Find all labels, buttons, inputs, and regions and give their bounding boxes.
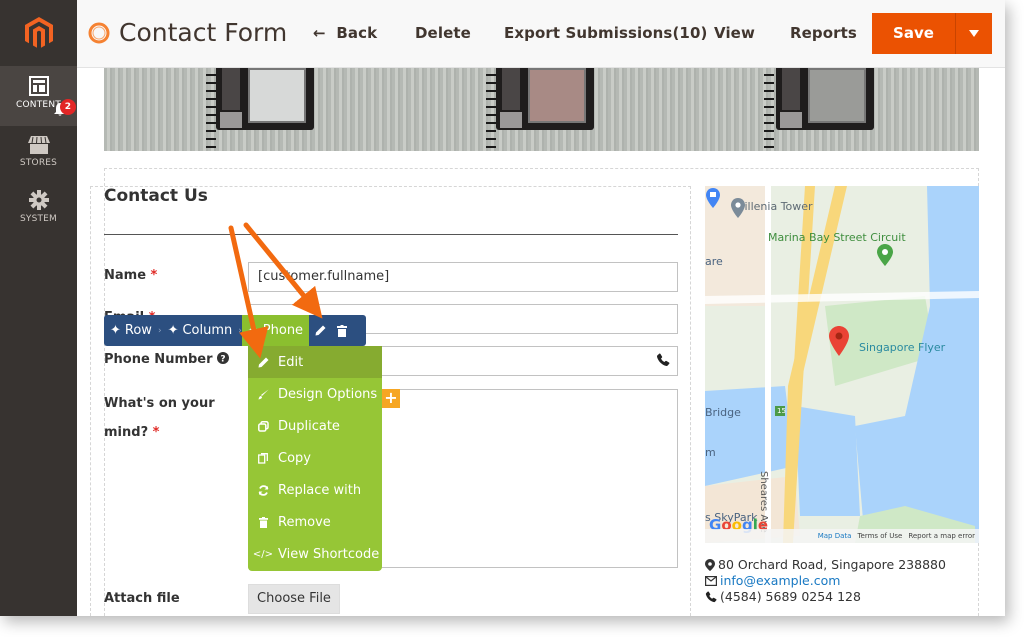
magento-logo[interactable]	[0, 0, 77, 66]
copy-icon	[258, 452, 268, 464]
magento-logo-icon	[24, 17, 53, 48]
delete-button[interactable]: Delete	[415, 24, 471, 42]
save-button[interactable]: Save	[872, 13, 955, 54]
delete-element-button[interactable]	[331, 315, 353, 346]
caret-down-icon	[969, 30, 979, 37]
breadcrumb-column[interactable]: ✦ Column	[162, 315, 239, 346]
map-footer: Map Data Terms of Use Report a map error	[705, 529, 979, 543]
layout-icon	[28, 76, 49, 96]
menu-item-design-options[interactable]: Design Options	[248, 378, 382, 410]
admin-sidebar: CONTENT 2 STORES SYSTEM	[0, 0, 77, 616]
google-map[interactable]: Millenia Tower Marina Bay Street Circuit…	[705, 186, 979, 543]
page-title: Contact Form	[119, 18, 288, 47]
poi-pin-icon	[877, 244, 893, 266]
menu-item-duplicate[interactable]: Duplicate	[248, 410, 382, 442]
save-options-button[interactable]	[955, 13, 992, 54]
sidebar-item-system[interactable]: SYSTEM	[0, 180, 77, 240]
name-input[interactable]: [customer.fullname]	[248, 262, 678, 292]
map-label: Singapore Flyer	[859, 341, 946, 354]
divider	[104, 234, 678, 235]
menu-item-edit[interactable]: Edit	[248, 346, 382, 378]
move-icon: ✦	[110, 323, 121, 338]
attach-label: Attach file	[104, 591, 180, 606]
phone-icon	[705, 590, 717, 602]
report-error-link[interactable]: Report a map error	[908, 532, 975, 540]
sidebar-item-label: STORES	[19, 158, 58, 168]
sidebar-item-content[interactable]: CONTENT 2	[0, 66, 77, 126]
breadcrumb-phone[interactable]: ✦ Phone	[241, 315, 310, 346]
menu-item-remove[interactable]: Remove	[248, 506, 382, 538]
store-icon	[27, 136, 50, 154]
map-label: are	[705, 255, 723, 268]
message-label-line1: What's on your	[104, 396, 215, 411]
terms-link[interactable]: Terms of Use	[857, 532, 902, 540]
poi-pin-icon	[731, 198, 745, 218]
arrow-left-icon: ←	[313, 24, 326, 42]
duplicate-icon	[257, 420, 269, 432]
sidebar-item-stores[interactable]: STORES	[0, 126, 77, 186]
pencil-icon	[315, 325, 326, 336]
brush-icon	[258, 389, 268, 399]
map-label: Bridge	[705, 406, 741, 419]
menu-item-copy[interactable]: Copy	[248, 442, 382, 474]
map-marker-icon[interactable]	[829, 326, 849, 356]
map-marker-icon	[705, 558, 715, 571]
breadcrumb-row[interactable]: ✦ Row	[104, 315, 158, 346]
pencil-icon	[258, 357, 268, 367]
export-submissions-button[interactable]: Export Submissions(10)	[504, 24, 707, 42]
phone-line: (4584) 5689 0254 128	[705, 589, 861, 604]
phone-cord	[764, 68, 774, 151]
element-context-menu: Edit Design Options Duplicate Copy Repla…	[248, 346, 382, 571]
map-data-link[interactable]: Map Data	[818, 532, 852, 540]
phone-cord	[206, 68, 216, 151]
move-icon: ✦	[167, 323, 179, 338]
payphone-image	[496, 68, 594, 130]
address-line: 80 Orchard Road, Singapore 238880	[705, 557, 946, 572]
menu-item-replace-with[interactable]: Replace with	[248, 474, 382, 506]
envelope-icon	[705, 575, 717, 586]
code-icon: </>	[252, 548, 274, 560]
form-loading-icon	[88, 22, 110, 43]
sidebar-item-label: SYSTEM	[19, 214, 58, 224]
help-icon[interactable]: ?	[217, 352, 230, 365]
payphone-image	[776, 68, 874, 130]
map-label: Millenia Tower	[735, 200, 813, 213]
back-label: Back	[336, 24, 378, 42]
trash-icon	[258, 516, 268, 528]
notification-badge[interactable]: 2	[60, 99, 76, 115]
svg-text:?: ?	[220, 355, 225, 365]
route-badge: 15	[777, 407, 786, 415]
view-button[interactable]: View	[714, 24, 755, 42]
shopping-pin-icon	[706, 188, 720, 208]
page-header: Contact Form ← Back Delete Export Submis…	[77, 0, 1005, 68]
edit-element-button[interactable]	[309, 315, 331, 346]
payphone-image	[216, 68, 314, 130]
phone-cord	[486, 68, 496, 151]
banner-image	[104, 68, 979, 151]
gear-icon	[28, 190, 49, 210]
trash-icon	[337, 324, 348, 337]
message-label-line2: mind? *	[104, 425, 160, 440]
add-element-button[interactable]: +	[382, 389, 400, 408]
phone-label: Phone Number ?	[104, 352, 230, 367]
email-line: info@example.com	[705, 573, 840, 588]
reports-button[interactable]: Reports	[790, 24, 857, 42]
menu-item-view-shortcode[interactable]: </> View Shortcode	[248, 538, 382, 570]
choose-file-button[interactable]: Choose File	[248, 584, 340, 614]
app-window: CONTENT 2 STORES SYSTEM Contact Form ← B…	[0, 0, 1005, 616]
email-link[interactable]: info@example.com	[720, 573, 840, 588]
map-label: Marina Bay Street Circuit	[768, 231, 906, 244]
contact-heading: Contact Us	[104, 186, 208, 206]
map-label: m	[705, 446, 716, 459]
refresh-icon	[258, 484, 268, 496]
element-toolbar: ✦ Row › ✦ Column › ✦ Phone	[104, 315, 366, 346]
back-button[interactable]: ← Back	[313, 24, 377, 42]
move-icon: ✦	[247, 323, 259, 338]
name-label: Name *	[104, 268, 158, 283]
phone-icon	[657, 353, 670, 366]
